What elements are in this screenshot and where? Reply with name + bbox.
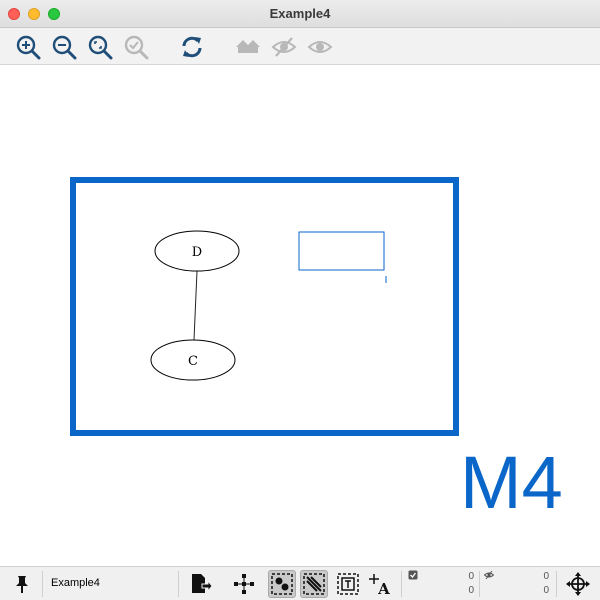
layout-button[interactable] [230, 570, 258, 598]
zoom-fit-icon [88, 35, 113, 60]
zoom-out-icon [52, 35, 77, 60]
zoom-out-button[interactable] [50, 33, 78, 61]
svg-text:A: A [377, 580, 390, 596]
recenter-button[interactable] [564, 570, 592, 598]
select-annotations-icon [337, 573, 359, 595]
export-icon [192, 574, 212, 593]
eye-icon [307, 41, 333, 53]
export-button[interactable] [186, 570, 214, 598]
zoom-in-button[interactable] [14, 33, 42, 61]
refresh-icon [182, 36, 202, 58]
network-canvas[interactable]: D C M4 [0, 66, 600, 566]
zoom-selected-button[interactable] [122, 33, 150, 61]
select-edges-icon [303, 573, 325, 595]
pin-icon [16, 576, 28, 593]
select-nodes-icon [271, 573, 293, 595]
hidden-edges-count: 0 [543, 585, 549, 596]
hide-button[interactable] [270, 33, 298, 61]
select-annotations-button[interactable] [334, 570, 362, 598]
node-label: C [188, 354, 198, 369]
selected-edges-count: 0 [468, 585, 474, 596]
text-annotation-box[interactable] [298, 231, 385, 271]
select-nodes-button[interactable] [268, 570, 296, 598]
layout-icon [234, 574, 254, 594]
annotation-label[interactable]: M4 [460, 446, 563, 520]
zoom-selected-icon [124, 35, 149, 60]
network-name: Example4 [51, 577, 100, 589]
group-box[interactable] [70, 177, 459, 436]
zoom-fit-button[interactable] [86, 33, 114, 61]
refresh-button[interactable] [178, 33, 206, 61]
select-edges-button[interactable] [300, 570, 328, 598]
title-bar: Example4 [0, 0, 600, 28]
home-icon [236, 40, 260, 53]
status-bar: Example4 A 0 0 0 0 [0, 566, 600, 600]
checkbox-icon [408, 570, 418, 580]
pin-button[interactable] [8, 570, 36, 598]
node-c[interactable]: C [150, 339, 236, 381]
show-button[interactable] [306, 33, 334, 61]
move-labels-button[interactable]: A [366, 570, 394, 598]
hidden-nodes-count: 0 [543, 571, 549, 582]
selected-nodes-count: 0 [468, 571, 474, 582]
window-title: Example4 [269, 6, 331, 21]
eye-slash-icon [484, 570, 494, 580]
edge-d-c[interactable] [193, 270, 198, 341]
move-labels-icon: A [369, 574, 390, 596]
home-button[interactable] [234, 33, 262, 61]
crosshair-icon [566, 572, 590, 596]
eye-slash-icon [271, 37, 297, 57]
toolbar [0, 28, 600, 65]
node-label: D [192, 245, 202, 260]
node-d[interactable]: D [154, 230, 240, 272]
zoom-in-icon [16, 35, 41, 60]
